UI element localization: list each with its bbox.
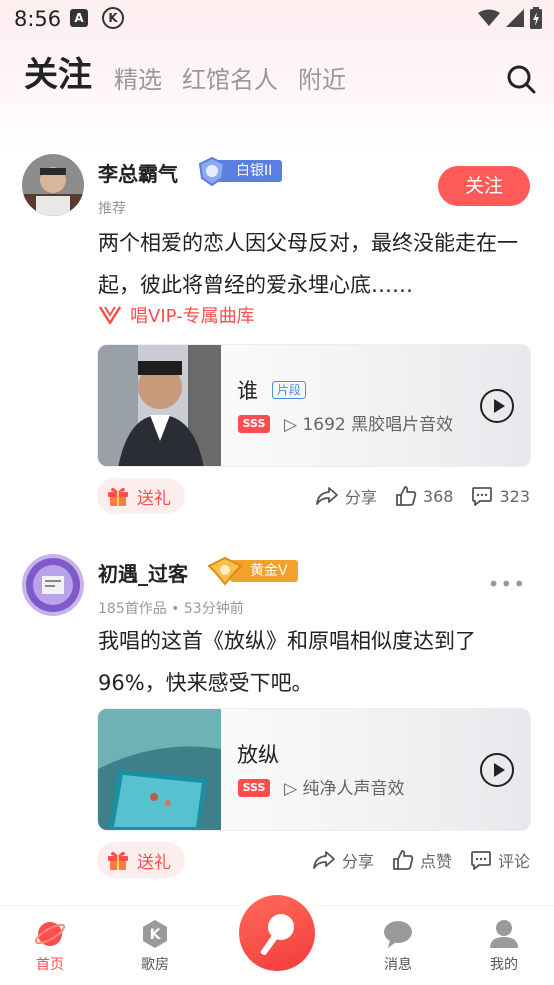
comment-count: 323 [499,486,530,506]
follow-button[interactable]: 关注 [438,166,530,206]
avatar[interactable] [22,154,84,216]
play-info-text: 1692 黑胶唱片音效 [302,415,454,435]
play-count-icon: ▷ [284,779,303,799]
thumbs-up-icon [393,850,414,870]
notification-a-icon: A [70,9,88,27]
search-icon[interactable] [506,64,536,94]
play-button[interactable] [480,753,514,787]
song-card[interactable]: 放纵 SSS ▷ 纯净人声音效 [97,708,531,831]
share-label: 分享 [341,852,374,871]
vip-library-label: 唱VIP-专属曲库 [130,306,255,327]
k-room-icon: K [143,920,167,948]
notification-k-icon: K [102,7,124,29]
post-meta: 推荐 [98,201,126,217]
feed-tabs: 关注 精选 红馆名人 附近 [24,58,366,92]
like-label: 点赞 [419,852,452,871]
nav-messages-label: 消息 [384,957,412,973]
nav-profile[interactable]: 我的 [474,918,534,974]
vip-v-icon [98,306,122,325]
song-snippet-tag: 片段 [272,381,307,399]
share-button[interactable]: 分享 [315,484,377,508]
nav-rooms-label: 歌房 [141,957,169,973]
song-cover-image [98,345,221,466]
comment-label: 评论 [497,852,530,871]
username[interactable]: 初遇_过客 [98,558,188,587]
song-title: 谁 [237,379,258,403]
play-count-icon: ▷ [284,415,303,435]
gold-rank-icon [208,556,242,586]
username[interactable]: 李总霸气 [98,158,178,187]
gift-button[interactable]: 送礼 [97,842,185,878]
status-bar: 8:56 A K [0,0,554,38]
share-icon [315,487,338,505]
silver-rank-icon [198,156,226,186]
cell-signal-icon [506,9,524,27]
like-button[interactable]: 点赞 [392,848,452,872]
status-time: 8:56 [14,7,62,31]
rank-badge: 黄金V [208,556,298,586]
share-button[interactable]: 分享 [312,848,374,872]
vip-library-link[interactable]: 唱VIP-专属曲库 [98,302,255,328]
share-icon [313,851,335,869]
song-title: 放纵 [237,743,279,767]
comment-button[interactable]: 评论 [470,848,530,872]
like-count: 368 [422,486,454,506]
comment-icon [471,851,491,870]
gift-button[interactable]: 送礼 [97,478,185,514]
like-button[interactable]: 368 [395,485,454,507]
gift-label: 送礼 [137,852,171,873]
tab-following[interactable]: 关注 [24,58,92,92]
more-options-button[interactable]: ••• [488,572,526,596]
play-info: ▷ 1692 黑胶唱片音效 [284,410,453,435]
message-bubble-icon [384,921,412,948]
nav-profile-label: 我的 [490,957,518,973]
comment-button[interactable]: 323 [471,485,530,507]
post-meta: 185首作品 • 53分钟前 [98,601,244,617]
tab-featured[interactable]: 精选 [114,68,162,92]
tab-celebrities[interactable]: 红馆名人 [182,68,278,92]
tab-nearby[interactable]: 附近 [298,68,346,92]
play-info: ▷ 纯净人声音效 [284,774,404,799]
system-icons [478,6,542,30]
battery-icon [530,7,542,29]
rank-badge: 白银II [196,156,283,186]
gift-icon [108,487,128,506]
nav-messages[interactable]: 消息 [368,918,428,974]
post-actions: 分享 368 323 [297,484,530,508]
quality-badge: SSS [238,779,270,797]
post-text: 两个相爱的恋人因父母反对，最终没能走在一起，彼此将曾经的爱永埋心底…… [98,231,518,297]
nav-rooms[interactable]: K 歌房 [125,918,185,974]
planet-home-icon [34,922,66,946]
play-info-text: 纯净人声音效 [302,779,405,799]
microphone-icon [260,914,294,955]
song-card[interactable]: 谁 片段 SSS ▷ 1692 黑胶唱片音效 [97,344,531,467]
share-label: 分享 [344,488,377,507]
gift-label: 送礼 [137,488,171,509]
nav-home[interactable]: 首页 [20,918,80,974]
post-text: 我唱的这首《放纵》和原唱相似度达到了96%，快来感受下吧。 [98,629,476,695]
play-button[interactable] [480,389,514,423]
gift-icon [108,851,128,870]
quality-badge: SSS [238,415,270,433]
comment-icon [472,487,493,506]
nav-home-label: 首页 [36,957,64,973]
avatar[interactable] [22,554,84,616]
song-cover-image [98,709,221,830]
sing-button[interactable] [239,895,315,971]
svg-text:K: K [150,927,162,943]
user-profile-icon [490,920,518,948]
thumbs-up-icon [396,486,417,506]
post-actions: 分享 点赞 评论 [294,848,530,872]
wifi-icon [478,9,500,26]
